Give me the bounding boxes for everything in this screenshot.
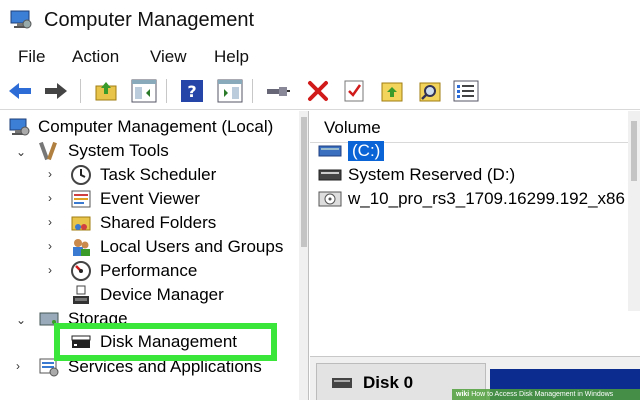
up-folder-icon[interactable] bbox=[92, 77, 120, 105]
users-icon bbox=[73, 239, 90, 256]
scrollbar-thumb[interactable] bbox=[301, 117, 307, 247]
title-bar: Computer Management bbox=[0, 0, 640, 42]
column-header-label: Volume bbox=[324, 118, 381, 137]
disk-icon bbox=[332, 378, 352, 388]
menu-file[interactable]: File bbox=[18, 47, 45, 67]
tree-item-system-tools[interactable]: System Tools bbox=[38, 139, 169, 163]
tree-item-event-viewer[interactable]: Event Viewer bbox=[70, 187, 200, 211]
menu-bar: File Action View Help bbox=[0, 42, 640, 72]
chevron-right-icon[interactable]: › bbox=[16, 359, 20, 373]
tree-label: Local Users and Groups bbox=[100, 237, 284, 256]
tree-item-task-scheduler[interactable]: Task Scheduler bbox=[70, 163, 216, 187]
tree-item-performance[interactable]: Performance bbox=[70, 259, 197, 283]
volume-row[interactable]: w_10_pro_rs3_1709.16299.192_x86 bbox=[318, 187, 625, 211]
volume-label: System Reserved (D:) bbox=[348, 165, 516, 184]
performance-icon bbox=[71, 261, 91, 281]
clock-icon bbox=[71, 165, 91, 185]
forward-arrow-icon[interactable] bbox=[42, 77, 70, 105]
tree-item-disk-management[interactable]: Disk Management bbox=[54, 323, 277, 361]
event-viewer-icon bbox=[71, 190, 91, 208]
volume-row[interactable]: System Reserved (D:) bbox=[318, 163, 515, 187]
menu-view[interactable]: View bbox=[150, 47, 187, 67]
menu-action[interactable]: Action bbox=[72, 47, 119, 67]
device-manager-icon bbox=[73, 285, 89, 304]
scrollbar-thumb[interactable] bbox=[631, 121, 637, 181]
tree-item-computer-management[interactable]: Computer Management (Local) bbox=[8, 115, 273, 139]
shared-folder-icon bbox=[71, 216, 91, 231]
action-pane-icon[interactable] bbox=[216, 77, 244, 105]
drive-icon bbox=[318, 145, 342, 157]
tree-label: Disk Management bbox=[100, 332, 238, 351]
chevron-right-icon[interactable]: › bbox=[48, 191, 52, 205]
tree-label: Device Manager bbox=[100, 285, 224, 304]
refresh-icon[interactable] bbox=[378, 77, 406, 105]
tree-scrollbar[interactable] bbox=[299, 111, 308, 400]
chevron-right-icon[interactable]: › bbox=[48, 263, 52, 277]
search-icon[interactable] bbox=[416, 77, 444, 105]
back-arrow-icon[interactable] bbox=[6, 77, 34, 105]
window-title: Computer Management bbox=[44, 9, 255, 31]
chevron-down-icon[interactable]: ⌄ bbox=[16, 313, 26, 327]
toolbar: ? bbox=[0, 72, 640, 110]
list-icon[interactable] bbox=[452, 77, 480, 105]
chevron-right-icon[interactable]: › bbox=[48, 215, 52, 229]
watermark-text: How to Access Disk Management in Windows bbox=[471, 391, 614, 398]
tree-item-local-users[interactable]: Local Users and Groups bbox=[70, 235, 283, 259]
watermark-prefix: wiki bbox=[456, 391, 470, 398]
svg-text:?: ? bbox=[187, 82, 196, 101]
tree-label: Performance bbox=[100, 261, 198, 280]
volume-label: (C:) bbox=[348, 141, 385, 161]
show-hide-tree-icon[interactable] bbox=[130, 77, 158, 105]
tree-label: Computer Management (Local) bbox=[38, 117, 274, 136]
chevron-right-icon[interactable]: › bbox=[48, 239, 52, 253]
drive-icon bbox=[318, 169, 342, 181]
tree-label: System Tools bbox=[68, 141, 169, 160]
disc-icon bbox=[318, 191, 342, 207]
properties-icon[interactable] bbox=[340, 77, 368, 105]
menu-help[interactable]: Help bbox=[214, 47, 249, 67]
delete-icon[interactable] bbox=[304, 77, 332, 105]
volume-scrollbar[interactable] bbox=[628, 111, 640, 311]
volume-label: w_10_pro_rs3_1709.16299.192_x86 bbox=[348, 189, 625, 208]
volume-row[interactable]: (C:) bbox=[318, 139, 385, 163]
help-icon[interactable]: ? bbox=[178, 77, 206, 105]
disk-name: Disk 0 bbox=[363, 373, 414, 392]
tree-item-shared-folders[interactable]: Shared Folders bbox=[70, 211, 216, 235]
chevron-down-icon[interactable]: ⌄ bbox=[16, 145, 26, 159]
tree-label: Task Scheduler bbox=[100, 165, 217, 184]
connect-icon[interactable] bbox=[264, 77, 292, 105]
watermark: wiki How to Access Disk Management in Wi… bbox=[452, 389, 640, 400]
tree-label: Event Viewer bbox=[100, 189, 200, 208]
chevron-right-icon[interactable]: › bbox=[48, 167, 52, 181]
volume-pane: Volume (C:) System Reserved (D:) w_10_pr… bbox=[310, 111, 640, 400]
disk-drive-icon bbox=[71, 335, 91, 348]
tree-label: Shared Folders bbox=[100, 213, 217, 232]
computer-management-icon bbox=[10, 10, 32, 29]
computer-management-icon bbox=[9, 118, 30, 136]
tools-icon bbox=[39, 141, 57, 161]
tree-item-device-manager[interactable]: Device Manager bbox=[70, 283, 224, 307]
